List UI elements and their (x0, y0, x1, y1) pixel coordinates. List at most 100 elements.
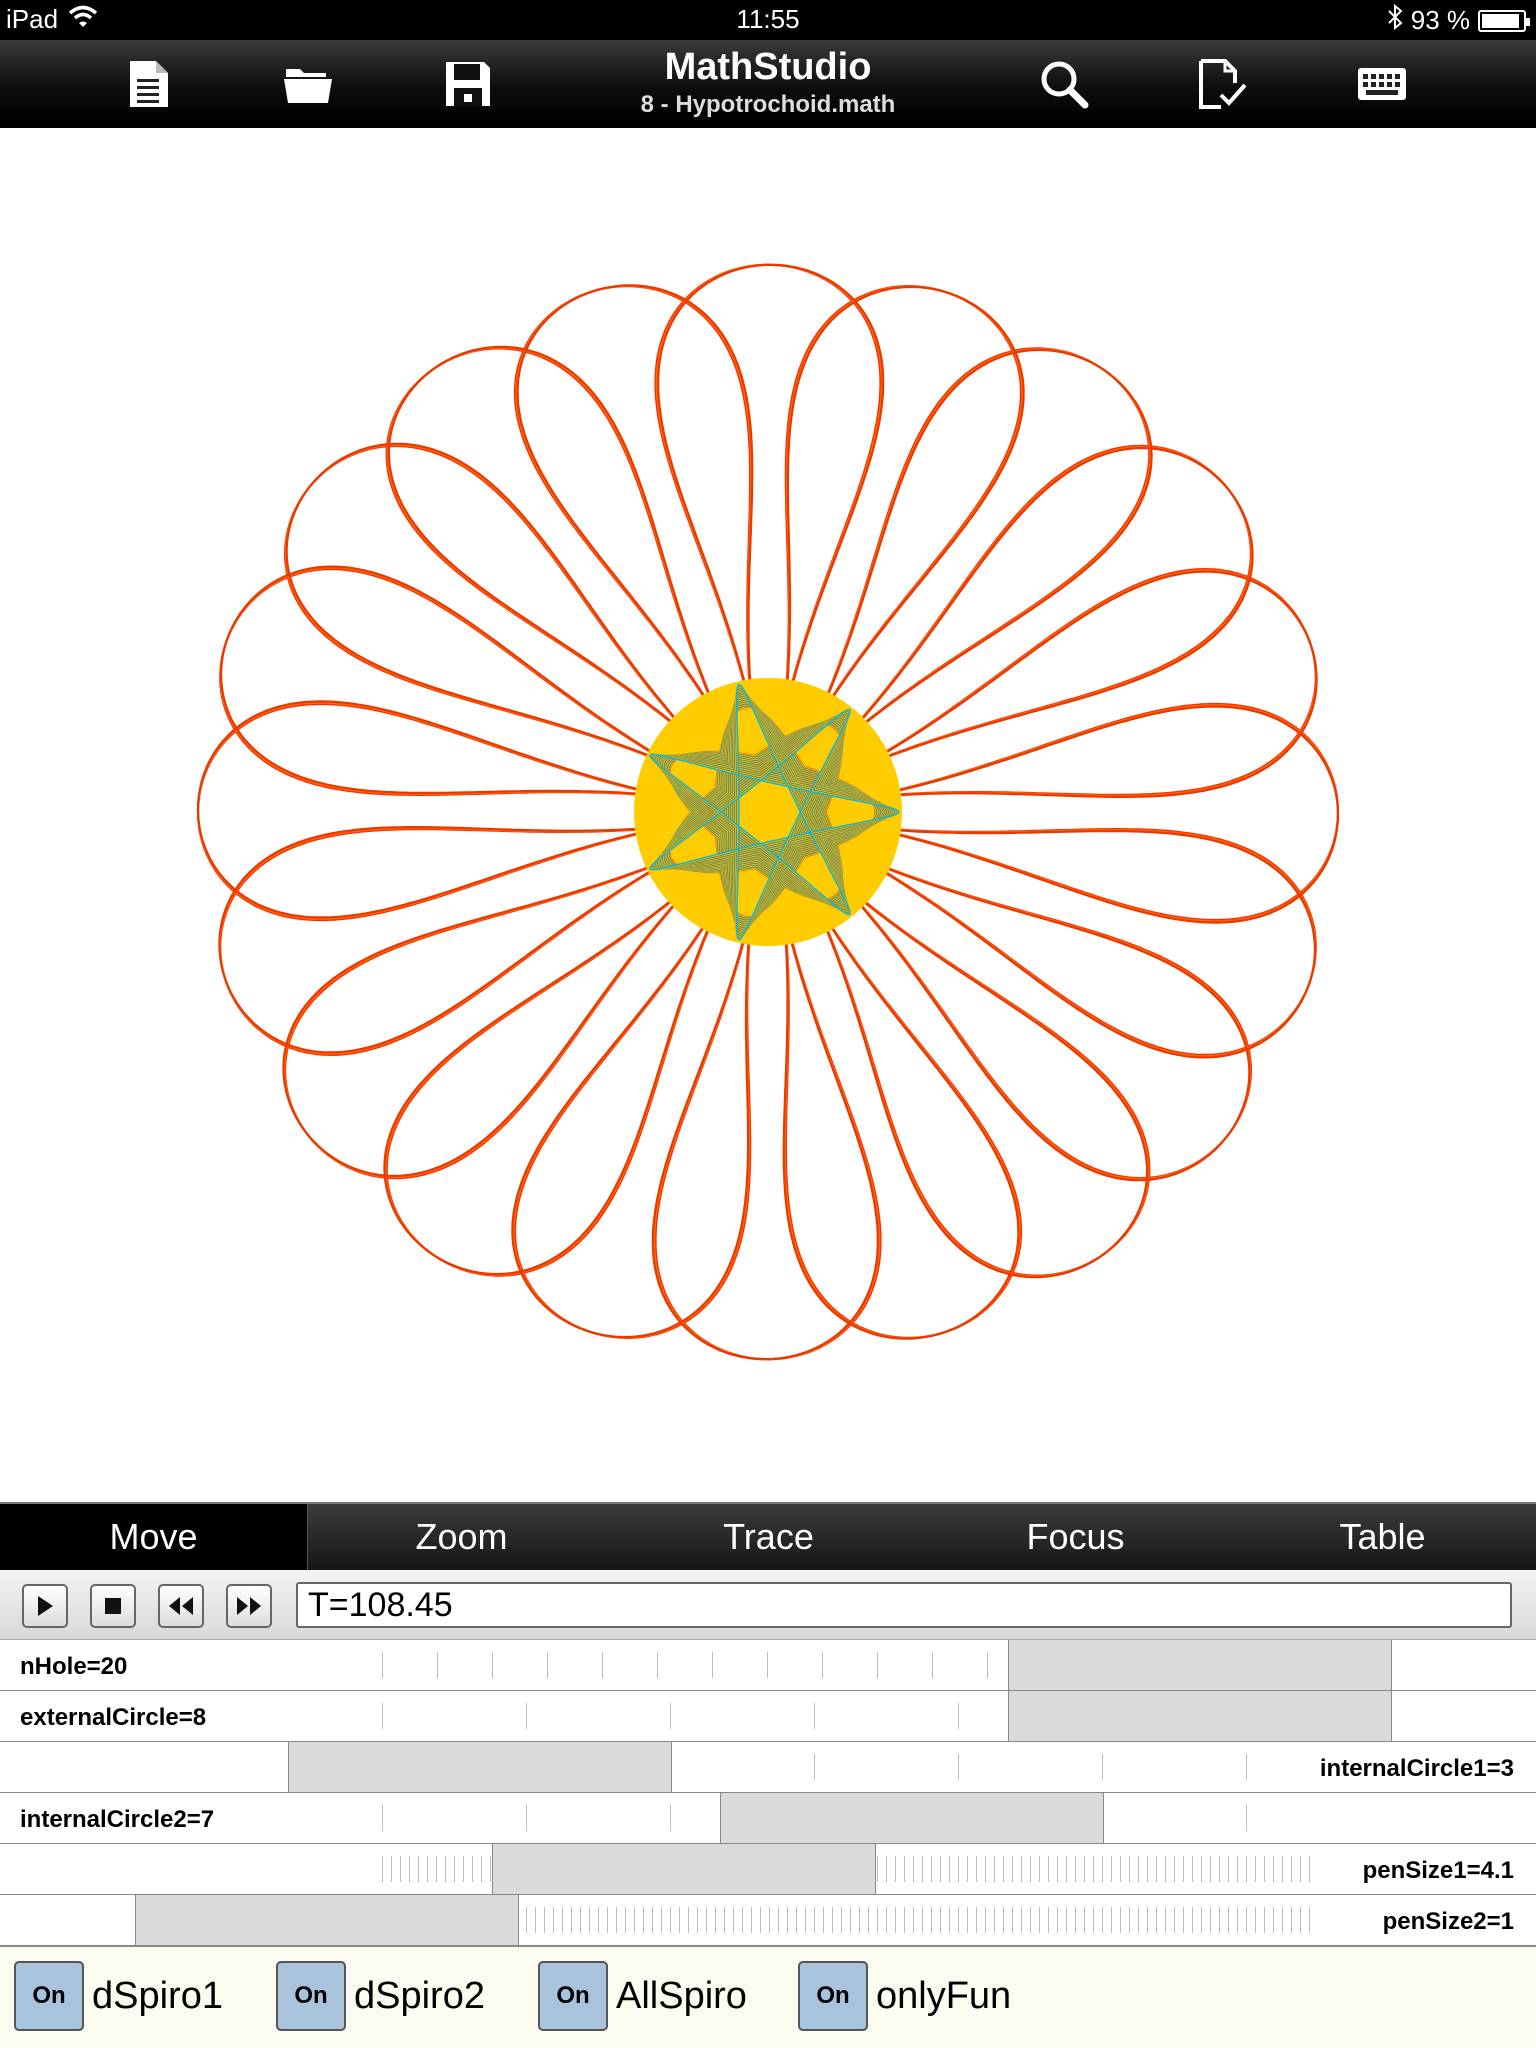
toggle-dspiro2[interactable]: On dSpiro2 (276, 1961, 485, 2031)
tab-move[interactable]: Move (0, 1504, 308, 1570)
slider-tick (1246, 1754, 1247, 1780)
toggle-onlyfun[interactable]: On onlyFun (798, 1961, 1011, 2031)
slider-row[interactable]: internalCircle2=7 (0, 1793, 1536, 1844)
play-button[interactable] (22, 1584, 68, 1628)
slider-tick (733, 1907, 734, 1933)
slider-tick (913, 1856, 914, 1882)
animation-bar: T=108.45 (0, 1570, 1536, 1640)
slider-tick (1021, 1856, 1022, 1882)
fast-forward-icon (237, 1597, 261, 1615)
slider-label: internalCircle2=7 (20, 1806, 215, 1833)
toggle-allspiro[interactable]: On AllSpiro (538, 1961, 747, 2031)
toggle-dspiro1[interactable]: On dSpiro1 (14, 1961, 223, 2031)
on-button[interactable]: On (798, 1961, 868, 2031)
slider-tick (1192, 1907, 1193, 1933)
slider-tick (940, 1907, 941, 1933)
slider-tick (657, 1652, 658, 1678)
slider-tick (634, 1907, 635, 1933)
hypotrochoid-plot[interactable] (0, 130, 1536, 1500)
slider-tick (1156, 1907, 1157, 1933)
slider-row[interactable]: externalCircle=8 (0, 1691, 1536, 1742)
slider-tick (859, 1907, 860, 1933)
slider-tick (526, 1703, 527, 1729)
slider-tick (976, 1907, 977, 1933)
slider-tick (1174, 1907, 1175, 1933)
on-button[interactable]: On (538, 1961, 608, 2031)
tab-zoom[interactable]: Zoom (308, 1504, 615, 1570)
tab-table[interactable]: Table (1229, 1504, 1536, 1570)
status-time: 11:55 (736, 4, 800, 34)
slider-tick (580, 1907, 581, 1933)
slider-tick (1084, 1907, 1085, 1933)
slider-tick (409, 1856, 410, 1882)
time-value-field[interactable]: T=108.45 (296, 1582, 1512, 1628)
stop-button[interactable] (90, 1584, 136, 1628)
on-button[interactable]: On (14, 1961, 84, 2031)
status-bar: iPad 11:55 93 % (0, 0, 1536, 40)
slider-tick (1273, 1856, 1274, 1882)
slider-tick (814, 1703, 815, 1729)
new-document-button[interactable] (118, 54, 178, 114)
slider-row[interactable]: internalCircle1=3 (0, 1742, 1536, 1793)
slider-tick (436, 1856, 437, 1882)
slider-tick (1057, 1907, 1058, 1933)
slider-thumb[interactable] (1008, 1640, 1392, 1690)
slider-tick (940, 1856, 941, 1882)
slider-thumb[interactable] (288, 1742, 672, 1792)
slider-thumb[interactable] (492, 1844, 876, 1894)
search-button[interactable] (1034, 54, 1094, 114)
slider-tick (932, 1652, 933, 1678)
slider-tick (1300, 1907, 1301, 1933)
toggle-label: dSpiro1 (92, 1974, 223, 2017)
slider-tick (1165, 1907, 1166, 1933)
slider-tick (382, 1703, 383, 1729)
slider-thumb[interactable] (135, 1895, 519, 1945)
slider-tick (1147, 1856, 1148, 1882)
fast-forward-button[interactable] (226, 1584, 272, 1628)
slider-tick (1138, 1907, 1139, 1933)
stop-icon (105, 1598, 121, 1614)
slider-thumb[interactable] (720, 1793, 1104, 1843)
slider-tick (931, 1856, 932, 1882)
slider-tick (1066, 1856, 1067, 1882)
slider-tick (1039, 1856, 1040, 1882)
slider-tick (382, 1652, 383, 1678)
slider-tick (1129, 1856, 1130, 1882)
slider-tick (1237, 1856, 1238, 1882)
tab-trace[interactable]: Trace (615, 1504, 922, 1570)
slider-tick (1282, 1856, 1283, 1882)
slider-row[interactable]: penSize2=1 (0, 1895, 1536, 1946)
tab-focus[interactable]: Focus (922, 1504, 1229, 1570)
slider-tick (814, 1754, 815, 1780)
slider-tick (1246, 1805, 1247, 1831)
slider-thumb[interactable] (1008, 1691, 1392, 1741)
save-button[interactable] (438, 54, 498, 114)
slider-tick (454, 1856, 455, 1882)
plot-area[interactable] (0, 130, 1536, 1500)
slider-tick (598, 1907, 599, 1933)
slider-label: externalCircle=8 (20, 1704, 207, 1731)
slider-tick (967, 1907, 968, 1933)
on-button[interactable]: On (276, 1961, 346, 2031)
slider-tick (1147, 1907, 1148, 1933)
open-folder-button[interactable] (278, 54, 338, 114)
slider-tick (877, 1856, 878, 1882)
slider-tick (526, 1805, 527, 1831)
slider-tick (1201, 1907, 1202, 1933)
slider-row[interactable]: nHole=20 (0, 1640, 1536, 1691)
slider-row[interactable]: penSize1=4.1 (0, 1844, 1536, 1895)
slider-tick (1093, 1907, 1094, 1933)
slider-tick (1030, 1907, 1031, 1933)
slider-tick (571, 1907, 572, 1933)
slider-tick (562, 1907, 563, 1933)
rewind-button[interactable] (158, 1584, 204, 1628)
keyboard-button[interactable] (1352, 54, 1412, 114)
slider-tick (841, 1907, 842, 1933)
toggle-label: onlyFun (876, 1974, 1012, 2017)
slider-tick (958, 1907, 959, 1933)
slider-tick (1300, 1856, 1301, 1882)
slider-tick (1219, 1907, 1220, 1933)
slider-label: penSize1=4.1 (1362, 1857, 1514, 1884)
document-icon (130, 61, 168, 107)
check-document-button[interactable] (1192, 54, 1252, 114)
